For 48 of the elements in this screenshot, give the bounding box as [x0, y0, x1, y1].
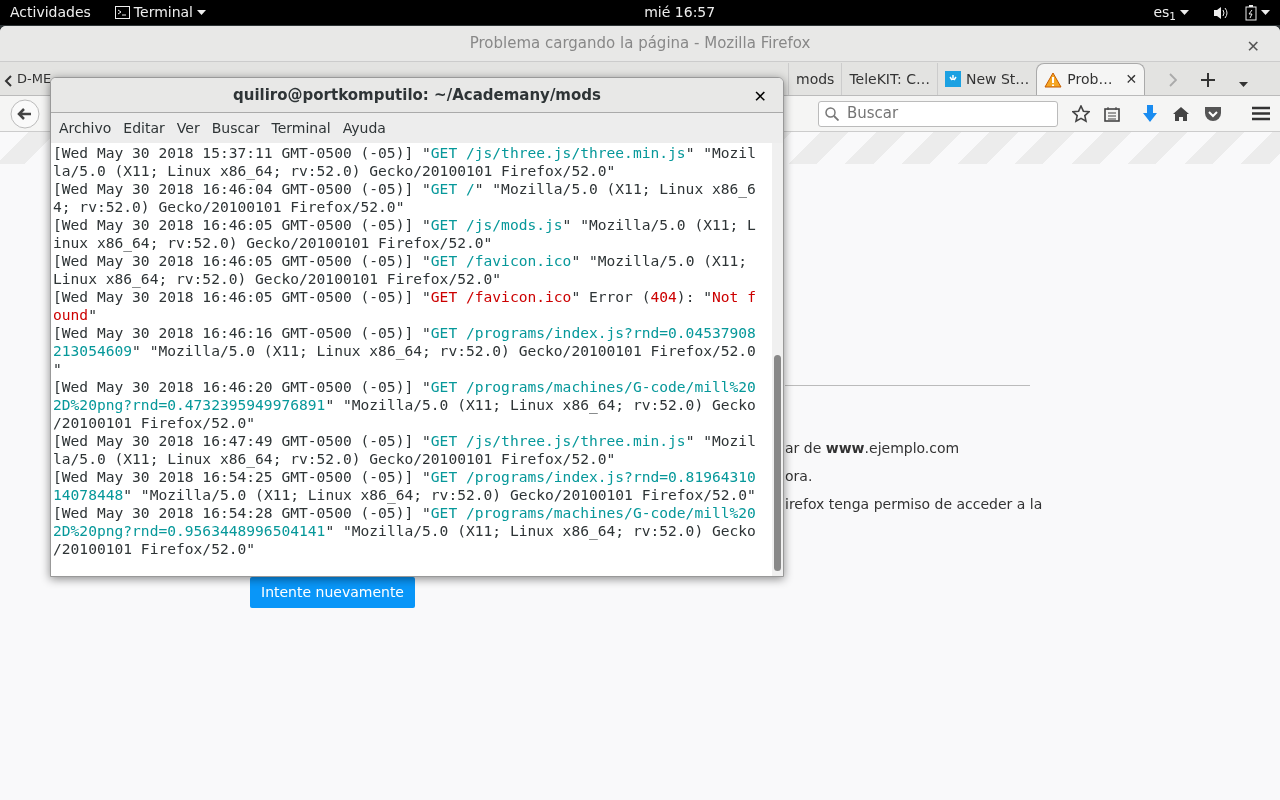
menu-item[interactable]: Ver [170, 117, 206, 139]
close-tab-button[interactable]: ✕ [1125, 69, 1138, 90]
log-line: [Wed May 30 2018 16:47:49 GMT-0500 (-05)] "GET /js/three.js/three.min.js" "Mozil [53, 432, 757, 450]
log-line: 14078448" "Mozilla/5.0 (X11; Linux x86_64; rv:52.0) Gecko/20100101 Firefox/52.0" [53, 486, 757, 504]
window-title: Problema cargando la página - Mozilla Firefox [469, 33, 811, 55]
input-source-menu[interactable]: es$_{1}$ [1153, 2, 1176, 23]
log-line: /20100101 Firefox/52.0" [53, 414, 257, 432]
log-line: [Wed May 30 2018 16:46:04 GMT-0500 (-05)] "GET /" "Mozilla/5.0 (X11; Linux x86_6 [53, 180, 757, 198]
log-line: Linux x86_64; rv:52.0) Gecko/20100101 Firefox/52.0" [53, 270, 503, 288]
log-line: la/5.0 (X11; Linux x86_64; rv:52.0) Gecko/20100101 Firefox/52.0" [53, 450, 617, 468]
log-line: ound" [53, 306, 98, 324]
app-menu[interactable]: Terminal [133, 2, 193, 23]
browser-tab[interactable]: TeleKIT: C… [841, 63, 937, 95]
log-line: [Wed May 30 2018 15:37:11 GMT-0500 (-05)] "GET /js/three.js/three.min.js" "Mozil [53, 144, 757, 162]
log-line: [Wed May 30 2018 16:54:28 GMT-0500 (-05)] "GET /programs/machines/G-code/mill%20 [53, 504, 757, 522]
menu-item[interactable]: Archivo [53, 117, 118, 139]
log-line: " [53, 360, 63, 378]
browser-tab[interactable]: New St… [936, 63, 1037, 95]
error-text: ar de www.ejemplo.com [785, 439, 961, 458]
menu-item[interactable]: Buscar [205, 117, 266, 139]
browser-tab[interactable]: Prob… ✕ [1036, 63, 1146, 95]
browser-tab[interactable]: D-ME [16, 63, 53, 95]
search-field[interactable]: Buscar [818, 100, 1058, 127]
close-button[interactable]: ✕ [1240, 34, 1266, 60]
log-line: [Wed May 30 2018 16:46:16 GMT-0500 (-05)] "GET /programs/index.js?rnd=0.04537908 [53, 324, 757, 342]
window-title: quiliro@portkomputilo: ~/Academany/mods [233, 84, 601, 106]
log-line: [Wed May 30 2018 16:54:25 GMT-0500 (-05)] "GET /programs/index.js?rnd=0.81964310 [53, 468, 757, 486]
log-line: 2D%20png?rnd=0.4732395949976891" "Mozilla/5.0 (X11; Linux x86_64; rv:52.0) Gecko [53, 396, 757, 414]
menu-item[interactable]: Editar [117, 117, 171, 139]
menu-item[interactable]: Terminal [265, 117, 337, 139]
error-text: ora. [785, 467, 814, 486]
log-line: [Wed May 30 2018 16:46:05 GMT-0500 (-05)] "GET /favicon.ico" Error (404): "Not f [53, 288, 757, 306]
log-line: [Wed May 30 2018 16:46:20 GMT-0500 (-05)] "GET /programs/machines/G-code/mill%20 [53, 378, 757, 396]
close-button[interactable]: ✕ [747, 84, 773, 110]
log-line: 213054609" "Mozilla/5.0 (X11; Linux x86_64; rv:52.0) Gecko/20100101 Firefox/52.0 [53, 342, 757, 360]
activities-button[interactable]: Actividades [10, 2, 91, 23]
log-line: [Wed May 30 2018 16:46:05 GMT-0500 (-05)] "GET /js/mods.js" "Mozilla/5.0 (X11; L [53, 216, 757, 234]
browser-tab[interactable]: mods [788, 63, 842, 95]
log-line: [Wed May 30 2018 16:46:05 GMT-0500 (-05)] "GET /favicon.ico" "Mozilla/5.0 (X11; [53, 252, 749, 270]
menu-item[interactable]: Ayuda [336, 117, 392, 139]
log-line: 2D%20png?rnd=0.9563448996504141" "Mozilla/5.0 (X11; Linux x86_64; rv:52.0) Gecko [53, 522, 757, 540]
log-line: la/5.0 (X11; Linux x86_64; rv:52.0) Gecko/20100101 Firefox/52.0" [53, 162, 617, 180]
log-line: inux x86_64; rv:52.0) Gecko/20100101 Firefox/52.0" [53, 234, 494, 252]
log-line: 4; rv:52.0) Gecko/20100101 Firefox/52.0" [53, 198, 406, 216]
search-input: Buscar [845, 101, 1045, 126]
clock[interactable]: mié 16:57 [644, 4, 716, 20]
error-text: irefox tenga permiso de acceder a la [785, 495, 1044, 514]
log-line: /20100101 Firefox/52.0" [53, 540, 257, 558]
